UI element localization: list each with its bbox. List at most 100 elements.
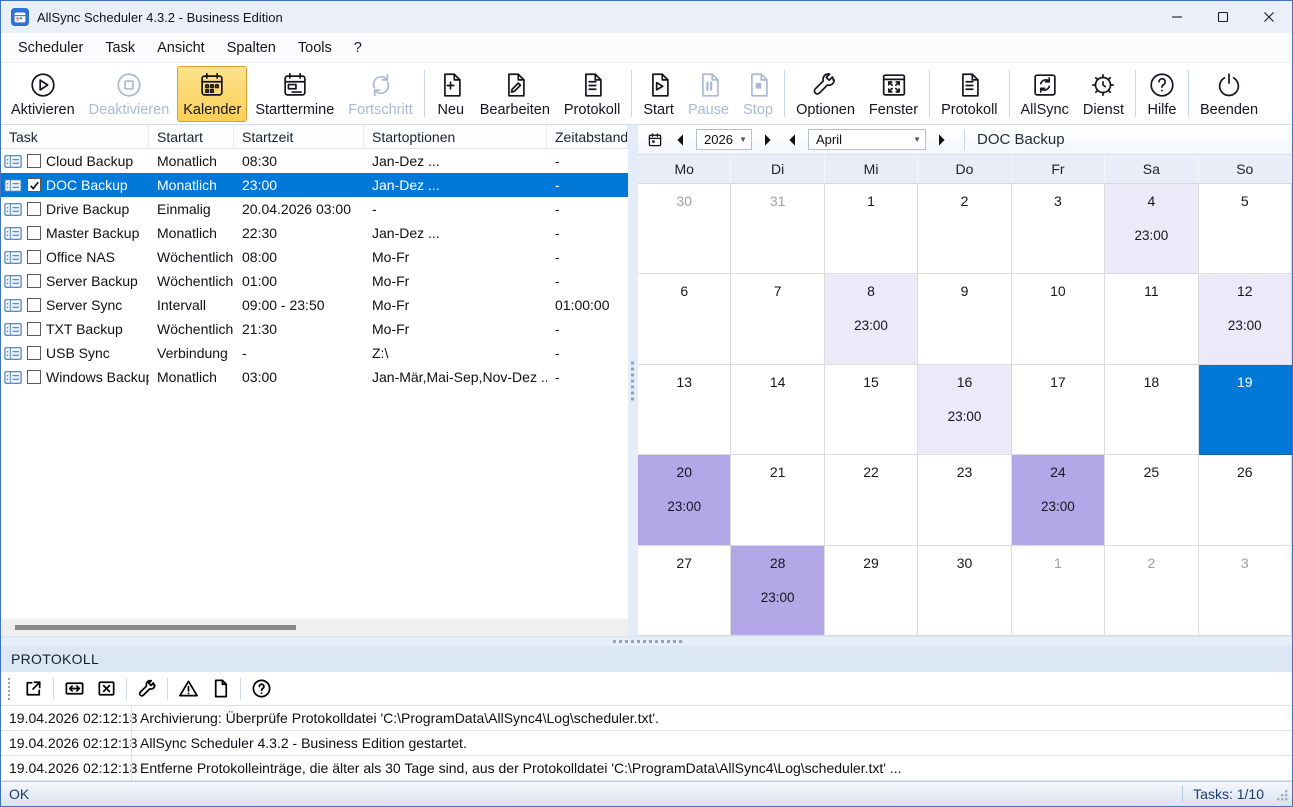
vertical-splitter[interactable]: [628, 125, 638, 636]
task-checkbox[interactable]: [27, 154, 41, 168]
toolbar-button-pause[interactable]: Pause: [682, 66, 735, 122]
maximize-button[interactable]: [1200, 1, 1246, 33]
log-entry[interactable]: 19.04.2026 02:12:13Entferne Protokollein…: [1, 756, 1292, 781]
year-prev-button[interactable]: [670, 129, 692, 151]
calendar-day-cell[interactable]: 2: [918, 184, 1011, 274]
popout-icon[interactable]: [18, 676, 48, 702]
calendar-day-cell[interactable]: 17: [1012, 365, 1105, 455]
minimize-button[interactable]: [1154, 1, 1200, 33]
toolbar-button-beenden[interactable]: Beenden: [1194, 66, 1264, 122]
table-row[interactable]: Cloud BackupMonatlich08:30Jan-Dez ...-: [1, 149, 628, 173]
document-small-icon[interactable]: [205, 676, 235, 702]
menu-item-help[interactable]: ?: [343, 36, 373, 60]
column-header-startzeit[interactable]: Startzeit: [234, 125, 364, 148]
table-row[interactable]: Office NASWöchentlich08:00Mo-Fr-: [1, 245, 628, 269]
toolbar-button-dienst[interactable]: Dienst: [1077, 66, 1130, 122]
calendar-day-cell[interactable]: 1223:00: [1199, 274, 1292, 364]
calendar-day-cell[interactable]: 9: [918, 274, 1011, 364]
year-next-button[interactable]: [756, 129, 778, 151]
toolbar-button-protokoll[interactable]: Protokoll: [558, 66, 626, 122]
horizontal-splitter[interactable]: [1, 636, 1292, 646]
month-next-button[interactable]: [930, 129, 952, 151]
horizontal-scrollbar[interactable]: [1, 619, 628, 636]
toolbar-button-allsync[interactable]: AllSync: [1015, 66, 1075, 122]
task-checkbox[interactable]: [27, 322, 41, 336]
table-row[interactable]: Windows BackupMonatlich03:00Jan-Mär,Mai-…: [1, 365, 628, 389]
column-header-zeitabstand[interactable]: Zeitabstand: [547, 125, 628, 148]
calendar-day-cell[interactable]: 7: [731, 274, 824, 364]
calendar-today-button[interactable]: [644, 129, 666, 151]
column-header-startoptionen[interactable]: Startoptionen: [364, 125, 547, 148]
calendar-day-cell[interactable]: 30: [638, 184, 731, 274]
toolbar-button-bearbeiten[interactable]: Bearbeiten: [474, 66, 556, 122]
task-checkbox[interactable]: [27, 250, 41, 264]
wrench-small-icon[interactable]: [132, 676, 162, 702]
table-row[interactable]: TXT BackupWöchentlich21:30Mo-Fr-: [1, 317, 628, 341]
calendar-day-cell[interactable]: 29: [825, 546, 918, 636]
x-box-icon[interactable]: [91, 676, 121, 702]
close-button[interactable]: [1246, 1, 1292, 33]
calendar-day-cell[interactable]: 30: [918, 546, 1011, 636]
toolbar-button-starttermine[interactable]: Starttermine: [249, 66, 340, 122]
calendar-day-cell[interactable]: 27: [638, 546, 731, 636]
calendar-day-cell[interactable]: 25: [1105, 455, 1198, 545]
calendar-day-cell[interactable]: 15: [825, 365, 918, 455]
log-entry[interactable]: 19.04.2026 02:12:13AllSync Scheduler 4.3…: [1, 731, 1292, 756]
toolbar-button-fenster[interactable]: Fenster: [863, 66, 924, 122]
task-checkbox[interactable]: [27, 202, 41, 216]
calendar-day-cell[interactable]: 31: [731, 184, 824, 274]
calendar-day-cell[interactable]: 423:00: [1105, 184, 1198, 274]
toolbar-button-start[interactable]: Start: [637, 66, 680, 122]
toolbar-button-hilfe[interactable]: Hilfe: [1141, 66, 1183, 122]
arrows-h-box-icon[interactable]: [59, 676, 89, 702]
calendar-day-cell[interactable]: 3: [1199, 546, 1292, 636]
calendar-day-cell[interactable]: 3: [1012, 184, 1105, 274]
task-checkbox[interactable]: [27, 370, 41, 384]
calendar-day-cell[interactable]: 2423:00: [1012, 455, 1105, 545]
calendar-day-cell[interactable]: 2023:00: [638, 455, 731, 545]
menu-item-ansicht[interactable]: Ansicht: [146, 36, 216, 60]
resize-grip[interactable]: [1276, 789, 1289, 805]
warning-icon[interactable]: [173, 676, 203, 702]
column-header-task[interactable]: Task: [1, 125, 149, 148]
month-select[interactable]: April ▼: [808, 129, 926, 150]
calendar-day-cell[interactable]: 2: [1105, 546, 1198, 636]
calendar-day-cell[interactable]: 2823:00: [731, 546, 824, 636]
menu-item-spalten[interactable]: Spalten: [216, 36, 287, 60]
task-checkbox[interactable]: [27, 346, 41, 360]
toolbar-button-optionen[interactable]: Optionen: [790, 66, 861, 122]
toolbar-button-fortschritt[interactable]: Fortschritt: [342, 66, 418, 122]
menu-item-scheduler[interactable]: Scheduler: [7, 36, 94, 60]
toolbar-button-neu[interactable]: Neu: [430, 66, 472, 122]
table-row[interactable]: Master BackupMonatlich22:30Jan-Dez ...-: [1, 221, 628, 245]
scrollbar-thumb[interactable]: [15, 625, 296, 630]
table-row[interactable]: Server BackupWöchentlich01:00Mo-Fr-: [1, 269, 628, 293]
calendar-day-cell[interactable]: 22: [825, 455, 918, 545]
drag-handle-icon[interactable]: [8, 678, 10, 700]
month-prev-button[interactable]: [782, 129, 804, 151]
calendar-day-cell[interactable]: 11: [1105, 274, 1198, 364]
question-small-icon[interactable]: [246, 676, 276, 702]
toolbar-button-kalender[interactable]: Kalender: [177, 66, 247, 122]
calendar-day-cell[interactable]: 6: [638, 274, 731, 364]
task-checkbox[interactable]: [27, 274, 41, 288]
calendar-day-cell[interactable]: 14: [731, 365, 824, 455]
menu-item-task[interactable]: Task: [94, 36, 146, 60]
calendar-day-cell[interactable]: 23: [918, 455, 1011, 545]
toolbar-button-stop[interactable]: Stop: [737, 66, 779, 122]
calendar-day-cell[interactable]: 18: [1105, 365, 1198, 455]
calendar-day-cell[interactable]: 1: [1012, 546, 1105, 636]
calendar-day-cell[interactable]: 1623:00: [918, 365, 1011, 455]
calendar-day-cell[interactable]: 823:00: [825, 274, 918, 364]
calendar-day-cell[interactable]: 21: [731, 455, 824, 545]
column-header-startart[interactable]: Startart: [149, 125, 234, 148]
year-select[interactable]: 2026 ▼: [696, 129, 752, 150]
calendar-day-cell[interactable]: 13: [638, 365, 731, 455]
toolbar-button-protokoll[interactable]: Protokoll: [935, 66, 1003, 122]
toolbar-button-aktivieren[interactable]: Aktivieren: [5, 66, 81, 122]
task-checkbox[interactable]: [27, 178, 41, 192]
log-entry[interactable]: 19.04.2026 02:12:13Archivierung: Überprü…: [1, 706, 1292, 731]
toolbar-button-deaktivieren[interactable]: Deaktivieren: [83, 66, 176, 122]
menu-item-tools[interactable]: Tools: [287, 36, 343, 60]
table-row[interactable]: Drive BackupEinmalig20.04.2026 03:00--: [1, 197, 628, 221]
